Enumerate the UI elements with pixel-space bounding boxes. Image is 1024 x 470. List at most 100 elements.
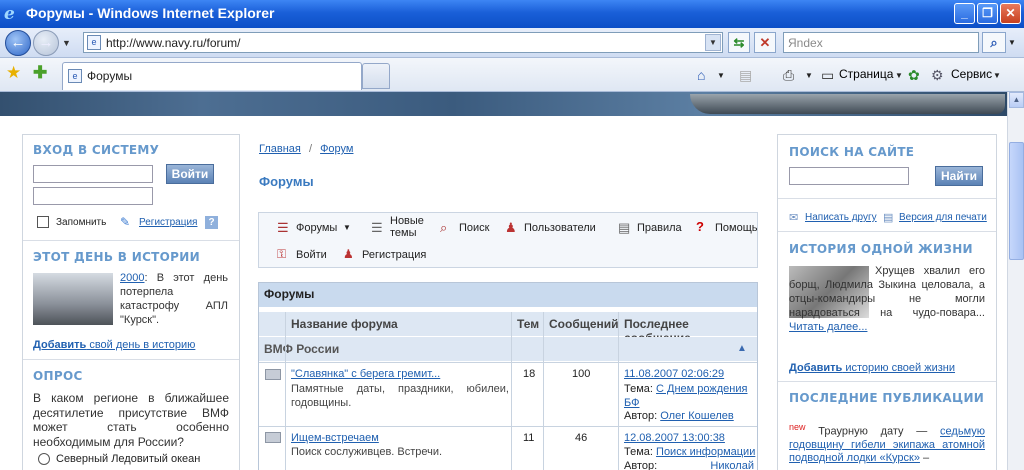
forum-topics-count: 11 [523,432,535,444]
forum-title-link[interactable]: "Славянка" с берега гремит... [291,368,440,380]
forum-toolbar: ☰ Форумы ▼ ☰ Новые темы ⌕ Поиск ♟ Пользо… [258,212,758,268]
tools-gear-icon[interactable]: ⚙ [931,67,944,84]
poll-option-radio[interactable] [38,453,50,465]
new-topics-link[interactable]: Новые темы [390,215,430,239]
write-friend-link[interactable]: Написать другу [805,212,877,223]
close-button[interactable]: ✕ [1000,3,1021,24]
forum-search-link[interactable]: Поиск [459,222,489,234]
page-title: Форумы [259,174,314,189]
login-button[interactable]: Войти [166,164,214,184]
forum-title-link[interactable]: Ищем-встречаем [291,432,379,444]
read-more-link[interactable]: Читать далее... [789,321,867,333]
last-post-date-link[interactable]: 11.08.2007 02:06:29 [624,368,724,380]
tab-label: Форумы [87,69,133,83]
stop-icon[interactable]: ✕ [754,32,776,53]
back-button[interactable]: ← [5,30,31,56]
collapse-icon[interactable]: ▲ [737,343,747,354]
search-dropdown-icon[interactable]: ▼ [1008,38,1016,47]
forums-dropdown-icon[interactable]: ▼ [343,223,351,232]
scroll-thumb[interactable] [1009,142,1024,260]
tools-menu-label[interactable]: Сервис [951,67,992,81]
breadcrumb-home[interactable]: Главная [259,143,301,155]
favorites-star-icon[interactable]: ★ [6,63,21,83]
print-version-icon: ▤ [883,212,894,224]
forums-table-caption: Форумы [259,283,757,307]
col-forum-name: Название форума [291,317,398,331]
page-menu-label[interactable]: Страница [839,67,893,81]
forum-posts-count: 100 [572,368,591,380]
remember-checkbox[interactable] [37,216,49,228]
tools-dropdown-icon[interactable]: ▼ [993,71,1001,80]
page-dropdown-icon[interactable]: ▼ [895,71,903,80]
rules-link[interactable]: Правила [637,222,682,234]
left-sidebar: ВХОД В СИСТЕМУ Войти Запомнить ✎ Регистр… [22,134,240,470]
new-topics-icon: ☰ [371,220,383,235]
address-dropdown-icon[interactable]: ▼ [705,34,721,51]
forum-folder-icon [265,369,281,380]
search-forum-icon: ⌕ [440,220,448,235]
address-bar[interactable]: e http://www.navy.ru/forum/ ▼ [83,32,723,53]
forums-list-icon: ☰ [277,220,289,235]
restore-button[interactable]: ❐ [977,3,998,24]
add-story-link[interactable]: Добавить [789,362,842,374]
add-favorites-icon[interactable]: ✚ [33,63,47,83]
header-banner [0,92,1007,116]
login-username-input[interactable] [33,165,153,183]
home-icon[interactable]: ⌂ [697,67,705,83]
print-dropdown-icon[interactable]: ▼ [805,71,813,80]
users-link[interactable]: Пользователи [524,222,596,234]
register-pencil-icon: ✎ [120,215,131,229]
help-question-icon: ? [696,219,704,234]
forum-posts-count: 46 [575,432,588,444]
last-post-topic: Тема: Поиск информации [624,446,756,458]
new-tab-button[interactable] [362,63,390,89]
scroll-up-icon[interactable]: ▲ [1009,92,1024,108]
users-icon: ♟ [505,220,517,235]
kursk-photo [33,273,113,325]
poll-option-label: Северный Ледовитый океан [56,453,201,465]
history-year-link[interactable]: 2000 [120,272,144,284]
print-version-link[interactable]: Версия для печати [899,212,987,223]
poll-title: ОПРОС [33,369,83,383]
last-post-author: Автор: Олег Кошелев [624,410,734,422]
print-icon[interactable]: ⎙ [783,67,794,84]
clover-icon[interactable]: ✿ [908,67,920,84]
last-post-topic: Тема: С Днем рождения БФ [624,383,748,409]
history-day-text: 2000: В этот день потерпела катастрофу А… [120,272,228,326]
history-dropdown-icon[interactable]: ▼ [62,38,71,48]
minimize-button[interactable]: _ [954,3,975,24]
forum-register-link[interactable]: Регистрация [362,249,426,261]
forum-help-link[interactable]: Помощь [715,222,758,234]
register-link[interactable]: Регистрация [139,217,197,228]
home-dropdown-icon[interactable]: ▼ [717,71,725,80]
site-search-button[interactable]: Найти [935,166,983,186]
submarine-image [690,94,1005,114]
tab-forums[interactable]: e Форумы [62,62,362,90]
search-input[interactable]: Яndex [783,32,979,53]
life-story-title: ИСТОРИЯ ОДНОЙ ЖИЗНИ [789,242,973,256]
forum-topics-count: 18 [523,368,536,380]
life-story-text: Хрущев хвалил его борщ, Людмила Зыкина ц… [789,265,985,333]
login-title: ВХОД В СИСТЕМУ [33,143,160,157]
forward-button[interactable]: → [33,30,59,56]
breadcrumb-forum[interactable]: Форум [320,143,353,155]
forum-login-link[interactable]: Войти [296,249,327,261]
poll-question: В каком регионе в ближайшее десятилетие … [33,391,229,449]
window-title: Форумы - Windows Internet Explorer [26,5,275,21]
page-menu-icon[interactable]: ▭ [821,67,834,84]
add-day-link[interactable]: Добавить [33,339,86,351]
feeds-icon[interactable]: ▤ [739,67,752,84]
last-post-date-link[interactable]: 12.08.2007 13:00:38 [624,432,725,444]
search-icon[interactable]: ⌕ [982,32,1006,53]
section-title: ВМФ России [264,342,340,356]
address-url: http://www.navy.ru/forum/ [106,36,241,50]
login-password-input[interactable] [33,187,153,205]
forums-menu[interactable]: Форумы [296,222,337,234]
publications-title: ПОСЛЕДНИЕ ПУБЛИКАЦИИ [789,391,985,405]
site-search-input[interactable] [789,167,909,185]
forum-folder-icon [265,432,281,443]
history-day-title: ЭТОТ ДЕНЬ В ИСТОРИИ [33,250,200,264]
vertical-scrollbar[interactable]: ▲ [1007,92,1024,470]
help-icon[interactable]: ? [205,216,218,229]
refresh-icon[interactable]: ⇆ [728,32,750,53]
